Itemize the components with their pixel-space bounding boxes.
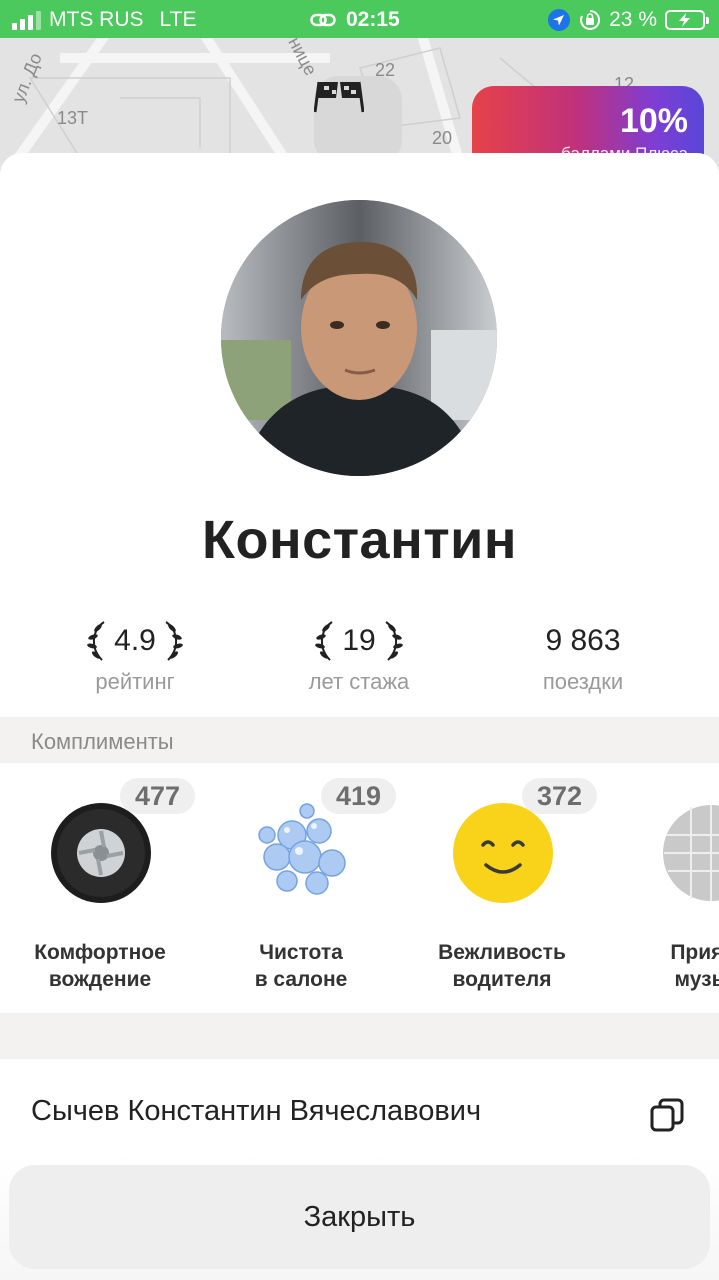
compliment-label: Прият музы: [670, 941, 719, 991]
driver-full-name: Сычев Константин Вячеславович: [31, 1095, 482, 1127]
stat-label: рейтинг: [95, 669, 175, 694]
bubbles-icon: [258, 803, 346, 895]
stat-experience: 19 лет стажа: [259, 615, 459, 695]
driver-profile-sheet: Константин 4.9 рейтинг 19 лет стажа 9 86…: [0, 153, 719, 1280]
promo-percent: 10%: [619, 102, 688, 140]
driver-photo: [221, 200, 497, 476]
driver-name: Константин: [202, 510, 517, 570]
disco-ball-icon: [663, 805, 719, 901]
map-house-label: 20: [432, 128, 453, 148]
stat-trips: 9 863 поездки: [483, 615, 683, 695]
laurel-left-icon: [87, 621, 105, 661]
clock: 02:15: [346, 8, 400, 31]
stat-value: 19: [342, 624, 376, 657]
compliment-item[interactable]: 477 Комфортное вождение: [0, 763, 200, 1013]
compliments-carousel[interactable]: 477 Комфортное вождение 419 Чистота в са…: [0, 763, 719, 1013]
wheel-icon: [51, 803, 151, 903]
status-bar-left: MTS RUS LTE: [12, 8, 196, 32]
compliments-header: Комплименты: [0, 717, 719, 763]
map-house-label: 13Т: [57, 108, 89, 128]
driver-stats: 4.9 рейтинг 19 лет стажа 9 863 поездки: [0, 615, 719, 705]
compliment-label: Вежливость водителя: [438, 941, 566, 991]
compliment-item[interactable]: 419 Чистота в салоне: [201, 763, 401, 1013]
section-divider: [0, 1013, 719, 1059]
compliment-label: Комфортное вождение: [34, 941, 166, 991]
status-bar: MTS RUS LTE 02:15 23 %: [0, 0, 719, 38]
carrier-name: MTS RUS: [49, 8, 144, 31]
signal-strength-icon: [12, 10, 41, 30]
close-button[interactable]: Закрыть: [9, 1165, 710, 1269]
status-bar-right: 23 %: [547, 8, 709, 32]
driver-avatar: [221, 200, 497, 476]
battery-charging-icon: [665, 10, 709, 30]
link-icon: [310, 13, 336, 27]
battery-percent: 23 %: [609, 8, 657, 31]
stat-rating: 4.9 рейтинг: [35, 615, 235, 695]
stat-label: лет стажа: [308, 669, 410, 694]
status-bar-center: 02:15: [310, 8, 400, 32]
laurel-right-icon: [165, 621, 183, 661]
stat-value: 9 863: [545, 624, 621, 657]
stat-label: поездки: [542, 669, 624, 694]
finish-flag-button[interactable]: [314, 76, 402, 164]
orientation-lock-icon: [580, 9, 601, 30]
checkered-flags-icon: [314, 81, 364, 113]
location-arrow-icon: [548, 9, 571, 31]
laurel-left-icon: [315, 621, 333, 661]
smiley-icon: [453, 803, 553, 903]
compliment-label: Чистота в салоне: [254, 941, 348, 991]
copy-icon[interactable]: [649, 1097, 685, 1133]
compliment-item[interactable]: Прият музы: [612, 763, 719, 1013]
stat-value: 4.9: [114, 624, 156, 657]
network-type: LTE: [159, 8, 197, 31]
driver-fullname-row[interactable]: Сычев Константин Вячеславович: [0, 1059, 719, 1159]
compliment-item[interactable]: 372 Вежливость водителя: [402, 763, 602, 1013]
laurel-right-icon: [385, 621, 403, 661]
